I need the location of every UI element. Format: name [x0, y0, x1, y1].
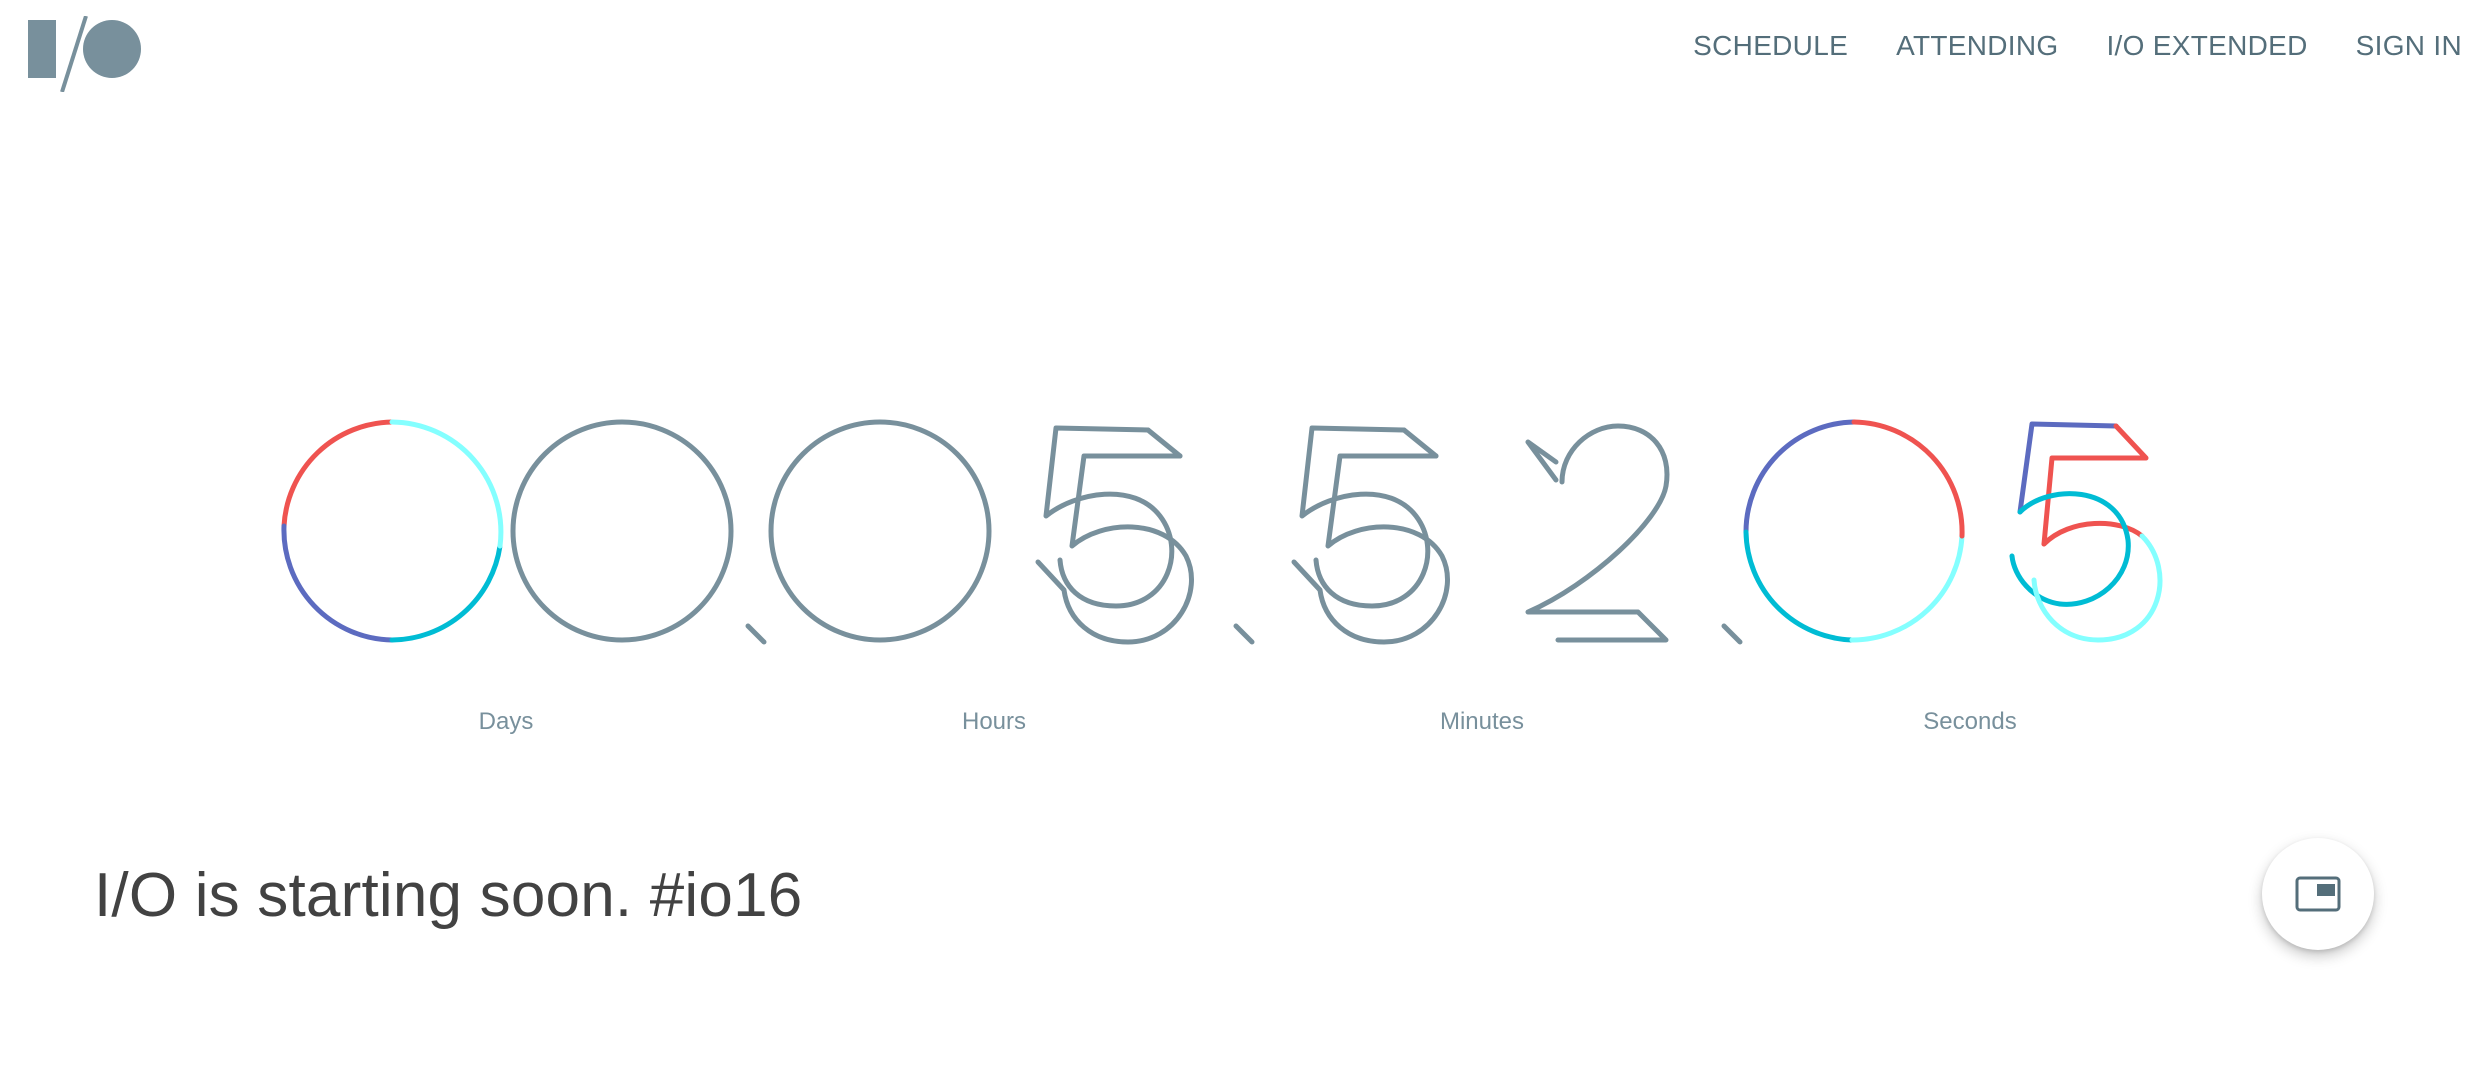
countdown-digits — [281, 419, 2163, 645]
nav-sign-in[interactable]: SIGN IN — [2356, 30, 2462, 62]
seconds-digit-1 — [1743, 419, 1965, 643]
seconds-digit-2 — [2009, 421, 2163, 643]
io-countdown-page: SCHEDULE ATTENDING I/O EXTENDED SIGN IN — [0, 0, 2486, 1074]
separator-minutes-seconds — [1721, 623, 1743, 645]
picture-in-picture-icon — [2295, 876, 2341, 912]
nav-io-extended[interactable]: I/O EXTENDED — [2106, 30, 2307, 62]
seconds-label: Seconds — [1923, 708, 2017, 735]
hours-label: Hours — [961, 708, 1027, 735]
days-digit-2 — [510, 419, 734, 643]
minutes-label: Minutes — [1439, 708, 1525, 735]
io-logo[interactable] — [28, 16, 144, 92]
days-label: Days — [478, 708, 534, 735]
nav-attending[interactable]: ATTENDING — [1896, 30, 2058, 62]
hours-digit-2 — [1035, 425, 1194, 645]
minutes-digit-1 — [1291, 425, 1450, 645]
top-nav: SCHEDULE ATTENDING I/O EXTENDED SIGN IN — [1693, 30, 2462, 62]
separator-hours-minutes — [1233, 623, 1255, 645]
minutes-digit-2 — [1525, 423, 1670, 643]
separator-days-hours — [745, 623, 767, 645]
page-tagline: I/O is starting soon. #io16 — [94, 861, 803, 930]
days-digit-1 — [281, 419, 504, 643]
picture-in-picture-button[interactable] — [2262, 838, 2374, 950]
nav-schedule[interactable]: SCHEDULE — [1693, 30, 1848, 62]
hours-digit-1 — [768, 419, 992, 643]
